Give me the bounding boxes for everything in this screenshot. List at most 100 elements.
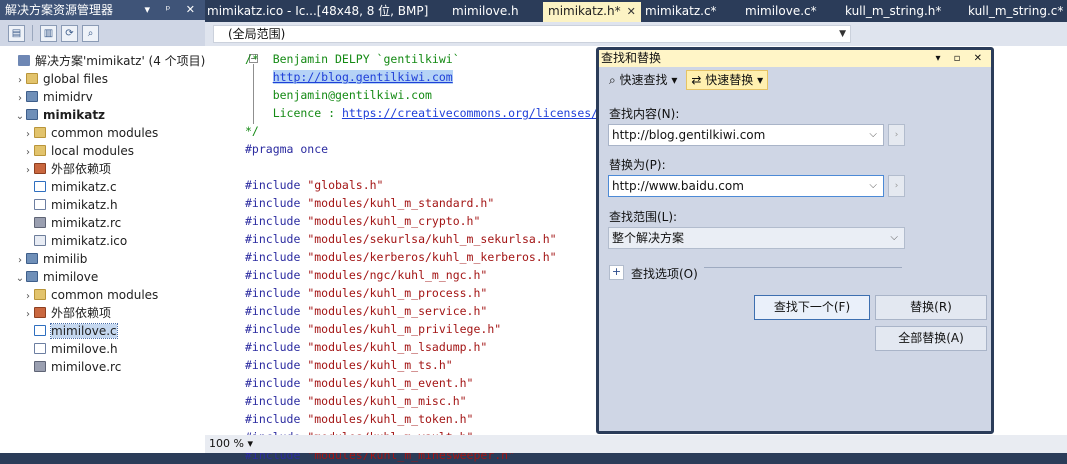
code-token: "modules/kuhl_m_misc.h" (307, 394, 467, 408)
quick-find-icon: ⌕ (609, 73, 620, 87)
tree-item[interactable]: › mimidrv (0, 88, 205, 106)
replace-all-button[interactable]: 全部替换(A) (875, 326, 987, 351)
chevron-down-icon[interactable]: ⌵ (869, 125, 877, 145)
chevron-down-icon[interactable]: ▾ (247, 437, 253, 450)
panel-controls[interactable]: ▾ ᵖ ✕ (145, 0, 201, 20)
replace-with-label: 替换为(P): (609, 158, 666, 172)
refresh-icon[interactable]: ⟳ (61, 24, 78, 42)
view-class-icon[interactable]: ⌕ (82, 24, 99, 42)
code-token: #include (245, 358, 308, 372)
tab-document[interactable]: mimikatz.c* (645, 2, 717, 22)
resource-file-icon (34, 361, 46, 372)
tree-item[interactable]: mimilove.rc (0, 358, 205, 376)
panel-title: 解决方案资源管理器 (5, 3, 114, 17)
tree-item[interactable]: › common modules (0, 124, 205, 142)
options-divider (704, 267, 902, 268)
resource-file-icon (34, 217, 46, 228)
tree-item[interactable]: › global files (0, 70, 205, 88)
tree-item-label: mimikatz.rc (51, 216, 122, 230)
tree-item[interactable]: ⌄ mimikatz (0, 106, 205, 124)
tree-item-label: mimilib (43, 252, 88, 266)
find-what-input[interactable]: http://blog.gentilkiwi.com ⌵ (608, 124, 884, 146)
code-token: #include (245, 322, 308, 336)
tab-label: mimikatz.ico - Ic...[48x48, 8 位, BMP] (207, 4, 429, 18)
scope-dropdown[interactable]: (全局范围) ▼ (213, 25, 851, 43)
code-link[interactable]: http://blog.gentilkiwi.com (272, 70, 453, 84)
tab-label: kull_m_string.c* (968, 4, 1064, 18)
project-icon (26, 253, 38, 264)
chevron-down-icon: ⌵ (890, 232, 898, 243)
tree-item[interactable]: mimikatz.ico (0, 232, 205, 250)
project-icon (26, 109, 38, 120)
tree-item[interactable]: mimilove.c (0, 322, 205, 340)
tree-item[interactable]: mimikatz.h (0, 196, 205, 214)
code-token: #include (245, 286, 308, 300)
tree-item-label: mimikatz.h (51, 198, 118, 212)
tree-item-label: mimikatz.c (51, 180, 117, 194)
tree-item[interactable]: mimilove.h (0, 340, 205, 358)
folder-icon (26, 73, 38, 84)
code-token: "modules/kuhl_m_standard.h" (307, 196, 495, 210)
tab-label: mimilove.c* (745, 4, 817, 18)
code-token: "modules/kuhl_m_process.h" (307, 286, 488, 300)
tree-item[interactable]: › common modules (0, 286, 205, 304)
tab-document[interactable]: mimilove.c* (745, 2, 817, 22)
properties-icon[interactable]: ▤ (8, 24, 25, 42)
tree-item[interactable]: › 外部依赖项 (0, 160, 205, 178)
find-expression-builder-button[interactable]: › (888, 124, 905, 146)
tree-item[interactable]: › 外部依赖项 (0, 304, 205, 322)
external-deps-icon (34, 307, 46, 318)
tree-item-label: 外部依赖项 (51, 306, 112, 320)
replace-with-input[interactable]: http://www.baidu.com ⌵ (608, 175, 884, 197)
zoom-level[interactable]: 100 % (209, 437, 244, 450)
code-token: "modules/kerberos/kuhl_m_kerberos.h" (307, 250, 557, 264)
tab-document[interactable]: mimikatz.h* ✕ (543, 2, 641, 22)
code-token: #include (245, 340, 308, 354)
folder-icon (34, 289, 46, 300)
close-icon[interactable]: ✕ (627, 5, 636, 18)
tree-item[interactable]: mimikatz.rc (0, 214, 205, 232)
replace-expression-builder-button[interactable]: › (888, 175, 905, 197)
tree-item[interactable]: ⌄ mimilove (0, 268, 205, 286)
quick-find-button[interactable]: ⌕ 快速查找 ▾ (604, 70, 682, 90)
tab-document[interactable]: kull_m_string.h* (845, 2, 941, 22)
quick-replace-button[interactable]: ⇄ 快速替换 ▾ (686, 70, 769, 90)
dialog-controls[interactable]: ▾ ▫ ✕ (935, 50, 987, 67)
code-token: "modules/kuhl_m_token.h" (307, 412, 474, 426)
find-options-label[interactable]: 查找选项(O) (631, 265, 698, 282)
show-all-files-icon[interactable]: ▥ (40, 24, 57, 42)
tab-document[interactable]: mimikatz.ico - Ic...[48x48, 8 位, BMP] (207, 2, 428, 22)
tab-label: mimikatz.h* (548, 4, 621, 18)
c-file-icon (34, 325, 46, 336)
tree-item-label: mimilove.h (51, 342, 118, 356)
replace-button[interactable]: 替换(R) (875, 295, 987, 320)
tree-item[interactable]: mimikatz.c (0, 178, 205, 196)
quick-replace-icon: ⇄ (691, 73, 706, 87)
solution-explorer: 解决方案资源管理器 ▾ ᵖ ✕ ▤ ▥ ⟳ ⌕ 解决方案'mimikatz' (… (0, 0, 205, 453)
scope-value: (全局范围) (228, 27, 286, 41)
tab-document[interactable]: mimilove.h (452, 2, 519, 22)
dialog-title: 查找和替换 (601, 51, 662, 65)
tab-label: kull_m_string.h* (845, 4, 942, 18)
solution-icon (18, 55, 30, 66)
scope-bar: (全局范围) ▼ (205, 22, 1067, 46)
code-token: benjamin@gentilkiwi.com (245, 88, 432, 102)
tree-item-label: mimidrv (43, 90, 93, 104)
code-token: #include (245, 376, 308, 390)
tab-document[interactable]: kull_m_string.c* (968, 2, 1063, 22)
find-next-button[interactable]: 查找下一个(F) (754, 295, 870, 320)
tree-item[interactable]: 解决方案'mimikatz' (4 个项目) (0, 52, 205, 70)
expand-icon[interactable]: + (609, 265, 624, 280)
tree-item[interactable]: › local modules (0, 142, 205, 160)
look-in-select[interactable]: 整个解决方案 ⌵ (608, 227, 905, 249)
tab-label: mimikatz.c* (645, 4, 717, 18)
c-file-icon (34, 181, 46, 192)
code-token: #include (245, 304, 308, 318)
chevron-down-icon: ▼ (839, 29, 846, 39)
tree-item[interactable]: › mimilib (0, 250, 205, 268)
folder-icon (34, 145, 46, 156)
code-token: #include (245, 268, 308, 282)
solution-explorer-toolbar: ▤ ▥ ⟳ ⌕ (0, 20, 205, 46)
chevron-down-icon[interactable]: ⌵ (869, 176, 877, 196)
